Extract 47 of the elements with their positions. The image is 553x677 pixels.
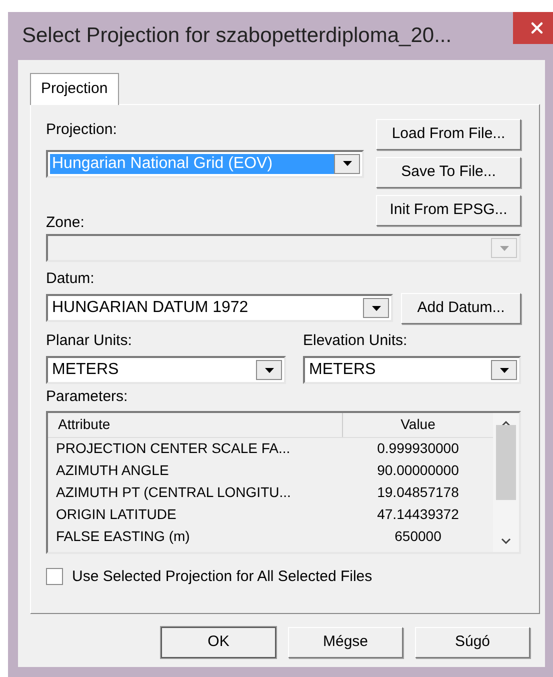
checkbox-label: Use Selected Projection for All Selected Files bbox=[72, 566, 372, 586]
dialog-button[interactable]: Súgó bbox=[415, 627, 530, 658]
field-label: Datum: bbox=[46, 269, 96, 289]
elevation-units-dropdown[interactable]: METERS bbox=[303, 356, 521, 384]
column-header[interactable]: Value bbox=[343, 412, 493, 436]
caret-icon bbox=[500, 368, 508, 372]
table-cell-text: FALSE EASTING (m) bbox=[55, 527, 191, 546]
dialog-button[interactable]: Mégse bbox=[288, 627, 403, 658]
tab[interactable]: Projection bbox=[30, 73, 119, 105]
selected-value: Hungarian National Grid (EOV) bbox=[50, 154, 334, 174]
dialog-button[interactable]: OK bbox=[161, 627, 276, 658]
caret-icon bbox=[264, 368, 274, 372]
table-cell-text: 0.999930000 bbox=[376, 439, 460, 458]
column-header[interactable]: Attribute bbox=[48, 412, 343, 436]
selected-value: METERS bbox=[51, 360, 120, 380]
selected-value: HUNGARIAN DATUM 1972 bbox=[51, 298, 250, 318]
dialog-button[interactable]: Init From EPSG... bbox=[376, 195, 521, 226]
close-button[interactable] bbox=[513, 12, 553, 44]
table-cell-text: 650000 bbox=[394, 527, 442, 546]
caret-icon bbox=[500, 246, 508, 250]
field-label: Projection: bbox=[46, 120, 118, 140]
table-cell-text: ORIGIN LATITUDE bbox=[55, 505, 178, 524]
table-cell-text: 47.14439372 bbox=[376, 505, 460, 524]
field-label: Elevation Units: bbox=[303, 330, 408, 350]
dialog-button[interactable]: Add Datum... bbox=[401, 292, 521, 324]
selected-value: METERS bbox=[308, 360, 377, 380]
scroll-bar[interactable] bbox=[493, 412, 519, 552]
table-cell-text: 19.04857178 bbox=[376, 483, 460, 502]
table-cell-text: AZIMUTH ANGLE bbox=[55, 461, 170, 480]
window-title: Select Projection for szabopetterdiploma_20... bbox=[22, 23, 452, 50]
field-label: Planar Units: bbox=[46, 330, 133, 350]
dialog-button[interactable]: Save To File... bbox=[376, 157, 521, 188]
caret-icon bbox=[372, 306, 380, 310]
planar-units-dropdown[interactable]: METERS bbox=[46, 356, 286, 384]
dropdown-button[interactable] bbox=[334, 154, 360, 174]
dropdown-button[interactable] bbox=[363, 298, 389, 318]
dropdown-button[interactable] bbox=[491, 360, 517, 380]
dropdown-button[interactable] bbox=[256, 360, 282, 380]
table-cell-text: AZIMUTH PT (CENTRAL LONGITU... bbox=[55, 483, 292, 502]
table-cell-text: 90.00000000 bbox=[376, 461, 460, 480]
field-label: Zone: bbox=[46, 212, 86, 232]
checkbox[interactable] bbox=[46, 568, 63, 586]
dialog-button[interactable]: Load From File... bbox=[376, 119, 521, 150]
table-cell-text: PROJECTION CENTER SCALE FA... bbox=[55, 439, 292, 458]
caret-icon bbox=[342, 161, 352, 166]
field-label: Parameters: bbox=[46, 387, 129, 407]
datum-dropdown[interactable]: HUNGARIAN DATUM 1972 bbox=[46, 294, 393, 322]
